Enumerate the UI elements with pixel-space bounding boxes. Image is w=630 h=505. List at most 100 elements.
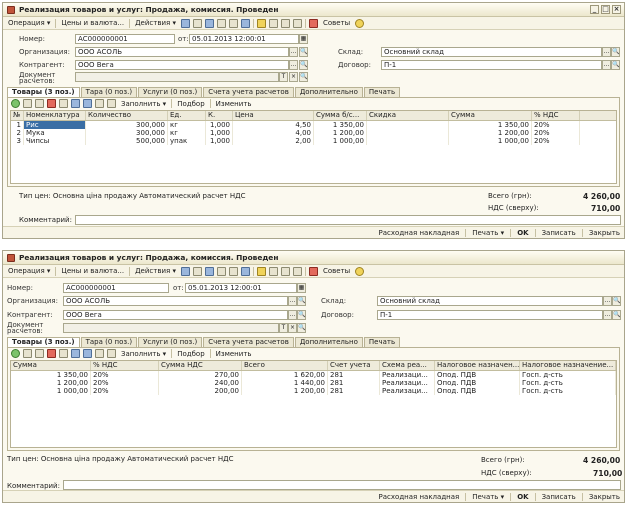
copy-icon[interactable]	[204, 266, 214, 276]
structure-icon[interactable]	[228, 266, 238, 276]
selection-button[interactable]: Подбор	[175, 100, 206, 108]
date-field[interactable]: 05.01.2013 12:00:01	[185, 283, 297, 293]
warehouse-field[interactable]: Основний склад	[377, 296, 603, 306]
col-sum[interactable]: Сумма	[11, 361, 91, 370]
save-button[interactable]: Записать	[542, 229, 576, 237]
report-icon[interactable]	[240, 266, 250, 276]
organization-field[interactable]: ООО АСОЛЬ	[63, 296, 288, 306]
comment-field[interactable]	[63, 480, 621, 490]
col-sum[interactable]: Сумма	[449, 111, 532, 120]
sort-desc-icon[interactable]	[107, 349, 116, 358]
move-up-icon[interactable]	[71, 99, 80, 108]
structure-icon[interactable]	[228, 18, 238, 28]
col-sum-nodisc[interactable]: Сумма б/с...	[314, 111, 367, 120]
organization-open-button[interactable]: 🔍	[299, 47, 308, 57]
invoice-print-button[interactable]: Расходная накладная	[379, 229, 460, 237]
counterparty-open-button[interactable]: 🔍	[297, 310, 306, 320]
refresh-icon[interactable]	[216, 266, 226, 276]
organization-open-button[interactable]: 🔍	[297, 296, 306, 306]
counterparty-field[interactable]: ООО Вега	[75, 60, 289, 70]
col-qty[interactable]: Количество	[86, 111, 168, 120]
print-menu[interactable]: Печать ▾	[472, 229, 504, 237]
settlement-open-button[interactable]: 🔍	[297, 323, 306, 333]
tab-goods[interactable]: Товары (3 поз.)	[7, 337, 80, 347]
counterparty-field[interactable]: ООО Вега	[63, 310, 288, 320]
date-field[interactable]: 05.01.2013 12:00:01	[189, 34, 299, 44]
copy-row-icon[interactable]	[23, 99, 32, 108]
list-icon[interactable]	[292, 18, 302, 28]
table-row[interactable]: 1 350,00 20% 270,00 1 620,00 281 Реализа…	[11, 371, 616, 379]
actions-menu[interactable]: Действия ▾	[133, 267, 178, 275]
prices-currency-button[interactable]: Цены и валюта...	[59, 267, 126, 275]
contract-select-button[interactable]: ...	[603, 310, 612, 320]
settlement-open-button[interactable]: 🔍	[299, 72, 308, 82]
number-field[interactable]: АС000000001	[63, 283, 169, 293]
operation-menu[interactable]: Операция ▾	[6, 267, 52, 275]
help-icon[interactable]	[355, 266, 365, 276]
advice-button[interactable]: Советы	[321, 267, 352, 275]
delete-row-icon[interactable]	[47, 349, 56, 358]
counterparty-open-button[interactable]: 🔍	[299, 60, 308, 70]
calendar-button[interactable]: ▦	[299, 34, 308, 44]
dt-kt-icon[interactable]	[256, 266, 266, 276]
contract-field[interactable]: П-1	[377, 310, 603, 320]
warehouse-open-button[interactable]: 🔍	[611, 47, 620, 57]
close-window-button[interactable]: ×	[612, 5, 621, 14]
warehouse-open-button[interactable]: 🔍	[612, 296, 621, 306]
advice-button[interactable]: Советы	[321, 19, 352, 27]
refresh-icon[interactable]	[216, 18, 226, 28]
col-vat-sum[interactable]: Сумма НДС	[159, 361, 242, 370]
table-row[interactable]: 2 Мука 300,000 кг 1,000 4,00 1 200,00 1 …	[11, 129, 616, 137]
save-icon[interactable]	[192, 18, 202, 28]
col-tax-purpose-2[interactable]: Налоговое назначение...	[520, 361, 616, 370]
settlement-clear-button[interactable]: T	[279, 72, 288, 82]
add-row-icon[interactable]	[11, 349, 20, 358]
settlement-close-button[interactable]: ×	[288, 323, 297, 333]
col-price[interactable]: Цена	[233, 111, 314, 120]
edit-row-icon[interactable]	[35, 99, 44, 108]
movements-icon[interactable]	[268, 18, 278, 28]
contract-open-button[interactable]: 🔍	[612, 310, 621, 320]
contract-select-button[interactable]: ...	[602, 60, 611, 70]
organization-select-button[interactable]: ...	[288, 296, 297, 306]
warehouse-field[interactable]: Основний склад	[381, 47, 602, 57]
settlement-clear-button[interactable]: T	[279, 323, 288, 333]
col-discount[interactable]: Скидка	[367, 111, 449, 120]
move-up-icon[interactable]	[71, 349, 80, 358]
actions-menu[interactable]: Действия ▾	[133, 19, 178, 27]
number-field[interactable]: АС000000001	[75, 34, 175, 44]
organization-field[interactable]: ООО АСОЛЬ	[75, 47, 289, 57]
tab-print[interactable]: Печать	[363, 337, 401, 347]
tab-additional[interactable]: Дополнительно	[294, 87, 363, 97]
warehouse-select-button[interactable]: ...	[602, 47, 611, 57]
tab-accounts[interactable]: Счета учета расчетов	[203, 87, 294, 97]
delete-row-icon[interactable]	[47, 99, 56, 108]
operation-menu[interactable]: Операция ▾	[6, 19, 52, 27]
post-icon[interactable]	[180, 266, 190, 276]
copy-icon[interactable]	[204, 18, 214, 28]
print-menu[interactable]: Печать ▾	[472, 493, 504, 501]
col-no[interactable]: №	[11, 111, 24, 120]
col-account[interactable]: Счет учета	[328, 361, 380, 370]
col-vat-rate[interactable]: % НДС	[91, 361, 159, 370]
tab-services[interactable]: Услуги (0 поз.)	[138, 337, 203, 347]
tt-icon[interactable]	[280, 266, 290, 276]
fill-button[interactable]: Заполнить ▾	[119, 350, 168, 358]
tt-icon[interactable]	[280, 18, 290, 28]
change-button[interactable]: Изменить	[214, 350, 254, 358]
col-total[interactable]: Всего	[242, 361, 328, 370]
organization-select-button[interactable]: ...	[289, 47, 298, 57]
tab-print[interactable]: Печать	[363, 87, 401, 97]
warehouse-select-button[interactable]: ...	[603, 296, 612, 306]
counterparty-select-button[interactable]: ...	[289, 60, 298, 70]
tab-packaging[interactable]: Тара (0 поз.)	[80, 337, 138, 347]
close-button[interactable]: Закрыть	[589, 493, 620, 501]
table-row[interactable]: 3 Чипсы 500,000 упак 1,000 2,00 1 000,00…	[11, 137, 616, 145]
tab-accounts[interactable]: Счета учета расчетов	[203, 337, 294, 347]
invoice-print-button[interactable]: Расходная накладная	[379, 493, 460, 501]
ok-button[interactable]: OK	[517, 493, 528, 501]
tab-additional[interactable]: Дополнительно	[294, 337, 363, 347]
tab-goods[interactable]: Товары (3 поз.)	[7, 87, 80, 97]
report-icon[interactable]	[240, 18, 250, 28]
settlement-close-button[interactable]: ×	[289, 72, 298, 82]
